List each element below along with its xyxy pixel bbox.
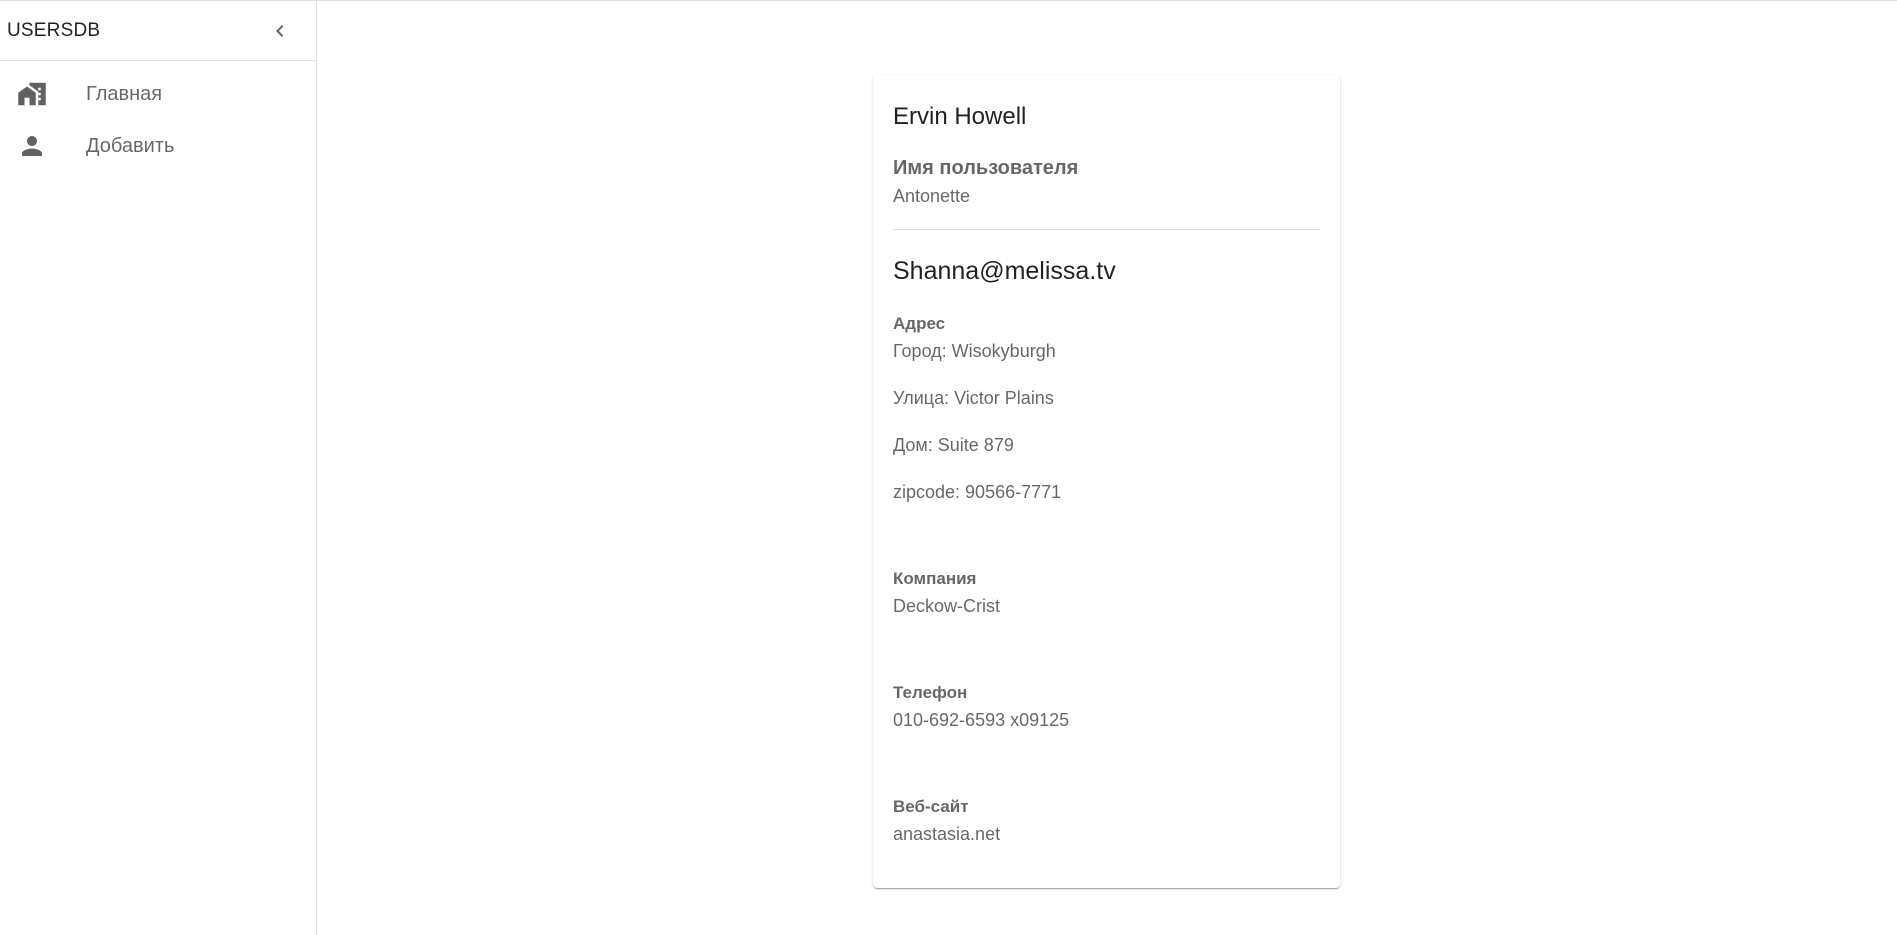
sidebar-item-label: Главная <box>86 82 163 105</box>
sidebar-header: USERSDB <box>0 1 316 61</box>
sidebar-item-home[interactable]: Главная <box>0 68 316 120</box>
address-street: Улица: Victor Plains <box>893 388 1054 408</box>
website-label: Веб-сайт <box>893 797 969 816</box>
address-label: Адрес <box>893 314 946 333</box>
address-zipcode: zipcode: 90566-7771 <box>893 482 1062 502</box>
sidebar-item-add[interactable]: Добавить <box>0 120 316 172</box>
sidebar: USERSDB Главная Добавить <box>0 1 317 935</box>
person-icon <box>22 136 42 156</box>
user-card: Ervin Howell Имя пользователя Antonette … <box>873 75 1340 888</box>
main-content: Ervin Howell Имя пользователя Antonette … <box>318 1 1897 935</box>
company-label: Компания <box>893 569 977 588</box>
divider <box>893 229 1320 230</box>
website-value: anastasia.net <box>893 824 1001 844</box>
collapse-sidebar-button[interactable] <box>268 19 292 43</box>
user-name: Ervin Howell <box>893 103 1027 130</box>
app-root: USERSDB Главная Добавить Ervin Howell Им… <box>0 0 1897 935</box>
app-brand: USERSDB <box>7 19 101 41</box>
sidebar-item-label: Добавить <box>86 134 175 157</box>
phone-label: Телефон <box>893 683 968 702</box>
sidebar-nav: Главная Добавить <box>0 61 316 172</box>
home-work-icon <box>18 82 46 106</box>
username-label: Имя пользователя <box>893 157 1079 179</box>
address-suite: Дом: Suite 879 <box>893 435 1014 455</box>
user-email: Shanna@melissa.tv <box>893 257 1116 285</box>
chevron-left-icon <box>276 24 284 37</box>
company-value: Deckow-Crist <box>893 596 1001 616</box>
username-value: Antonette <box>893 186 971 206</box>
phone-value: 010-692-6593 x09125 <box>893 710 1070 730</box>
address-city: Город: Wisokyburgh <box>893 341 1056 361</box>
